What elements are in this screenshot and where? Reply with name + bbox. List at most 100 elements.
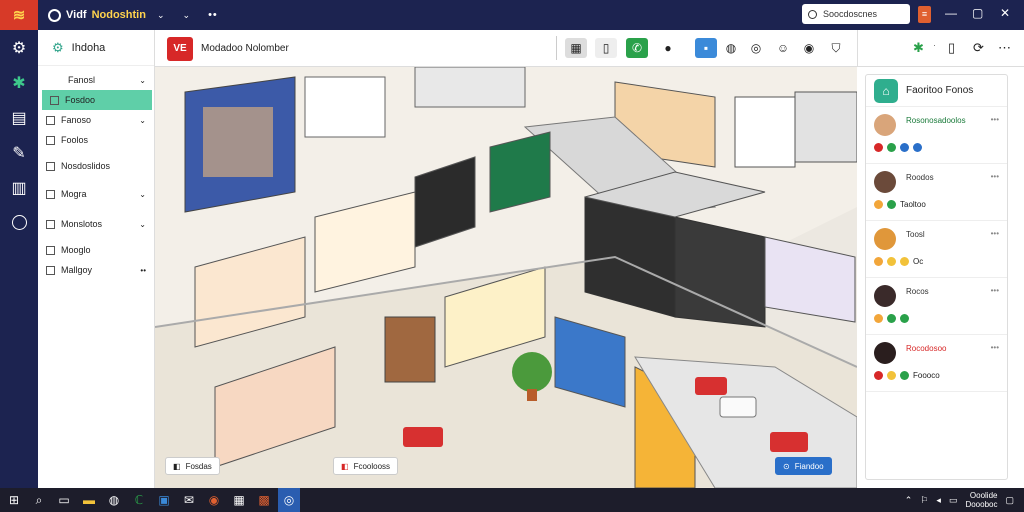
sidebar-item-label: Fanoso (61, 115, 92, 125)
sidebar-item-label: Mooglo (61, 245, 91, 255)
refresh-icon[interactable]: ⟳ (973, 40, 984, 56)
sidebar-item[interactable]: Mogra ⌄ (38, 184, 154, 204)
grid-icon[interactable]: ▦ (228, 488, 250, 512)
status-icon (887, 371, 896, 380)
app-logo-icon[interactable]: ≋ (0, 0, 38, 30)
title-bar: ≋ Vidf Nodoshtin ⌄ ⌄ •• Soocdoscnes ≡ — … (0, 0, 1024, 30)
app-icon[interactable]: ℂ (128, 488, 150, 512)
status-icon (874, 200, 883, 209)
status-icon (887, 314, 896, 323)
task-view-icon[interactable]: ▭ (53, 488, 75, 512)
status-icon (874, 143, 883, 152)
sidebar-item[interactable]: Mallgoy •• (38, 260, 154, 280)
sidebar-item-label: Nosdoslidos (61, 161, 111, 171)
book-icon[interactable]: ▤ (10, 110, 28, 128)
chevron-down-icon[interactable]: ⌄ (183, 10, 191, 21)
contact-card[interactable]: Rocodosoo ••• Foooco (866, 335, 1007, 392)
small-dot-icon: · (933, 40, 936, 50)
app-subtitle: Nodoshtin (91, 9, 146, 21)
sidebar-item[interactable]: Mooglo (38, 240, 154, 260)
game-icon[interactable]: ▩ (253, 488, 275, 512)
status-row: Taoltoo (874, 200, 926, 209)
folder-icon[interactable]: ▬ (78, 488, 100, 512)
chat-icon[interactable]: ✆ (626, 38, 648, 58)
puzzle-icon[interactable]: ✱ (10, 75, 28, 93)
status-text: Taoltoo (900, 200, 926, 209)
more-icon[interactable]: ••• (991, 172, 999, 181)
contact-card[interactable]: Roodos ••• Taoltoo (866, 164, 1007, 221)
mall-scene-canvas[interactable]: ◧ Fosdas ◧ Fcoolooss ⊙ Fiandoo (155, 67, 857, 488)
mail-icon[interactable]: ✉ (178, 488, 200, 512)
circle-icon[interactable] (11, 215, 27, 230)
globe-icon[interactable]: ◍ (720, 38, 742, 58)
network-icon[interactable]: ⚐ (920, 495, 928, 506)
scene-label-card[interactable]: ◧ Fcoolooss (333, 457, 399, 475)
more-icon[interactable]: ⋯ (998, 40, 1011, 56)
battery-icon[interactable]: ▭ (949, 495, 958, 506)
sidebar-item[interactable]: Fanoso ⌄ (38, 110, 154, 130)
window-icon[interactable]: ▣ (153, 488, 175, 512)
sidebar-header: ⚙ Ihdoha (38, 30, 154, 66)
main-toolbar: VE Modadoo Nolomber ▦ ▯ ✆ ● ▪ ◍ ◎ ☺ ◉ ⛉ (155, 30, 857, 67)
contacts-panel: ⌂ Faoritoo Fonos Rosonosadoolos ••• Rood… (865, 74, 1008, 480)
divider (556, 36, 557, 60)
layers-icon[interactable]: ▦ (565, 38, 587, 58)
contact-card[interactable]: Toosl ••• Oc (866, 221, 1007, 278)
status-icon (887, 200, 896, 209)
more-icon[interactable]: ••• (991, 343, 999, 352)
clipboard-icon[interactable]: ▯ (948, 40, 955, 56)
clock[interactable]: Ooolide Doooboc (965, 491, 997, 509)
maximize-icon[interactable]: ▢ (972, 6, 983, 20)
close-icon[interactable]: ✕ (1000, 6, 1010, 20)
brand-logo[interactable]: VE (167, 37, 193, 61)
notification-icon[interactable]: ≡ (918, 6, 931, 23)
contact-card[interactable]: Rosonosadoolos ••• (866, 107, 1007, 164)
sidebar-item[interactable]: Fanosl ⌄ (38, 70, 154, 90)
gear-icon[interactable]: ⚙ (10, 40, 28, 58)
tag-icon: ◧ (341, 461, 349, 471)
taskbar: ⊞ ⌕ ▭ ▬ ◍ ℂ ▣ ✉ ◉ ▦ ▩ ◎ ⌃ ⚐ ◂ ▭ Ooolide … (0, 488, 1024, 512)
volume-icon[interactable]: ◂ (936, 495, 941, 506)
more-icon[interactable]: •• (208, 9, 218, 21)
contact-card[interactable]: Rocos ••• (866, 278, 1007, 335)
status-icon (913, 143, 922, 152)
record-icon[interactable]: ◉ (798, 38, 820, 58)
chevron-up-icon[interactable]: ⌃ (905, 495, 913, 506)
more-icon[interactable]: ••• (991, 286, 999, 295)
chevron-down-icon: ⌄ (139, 219, 146, 229)
chevron-down-icon: ⌄ (156, 9, 165, 20)
puzzle-icon[interactable]: ✱ (913, 40, 924, 56)
app-switcher[interactable]: Vidf Nodoshtin ⌄ (48, 8, 165, 22)
smiley-icon[interactable]: ☺ (772, 38, 794, 58)
browser-icon[interactable]: ◍ (103, 488, 125, 512)
media-icon[interactable]: ◉ (203, 488, 225, 512)
scene-label-text: Fosdas (185, 461, 212, 471)
contact-name: Rocodosoo (906, 344, 947, 353)
scene-label-card[interactable]: ◧ Fosdas (165, 457, 220, 475)
minimize-icon[interactable]: — (945, 6, 957, 20)
sidebar-item[interactable]: Monslotos ⌄ (38, 214, 154, 234)
more-icon[interactable]: ••• (991, 229, 999, 238)
search-icon (808, 9, 817, 19)
document-icon[interactable]: ▯ (595, 38, 617, 58)
notification-icon[interactable]: ▢ (1005, 495, 1014, 506)
sidebar-item-label: Monslotos (61, 219, 103, 229)
sidebar-item-active[interactable]: Fosdoo (42, 90, 152, 110)
nav-rail: ⚙ ✱ ▤ ✎ ▥ (0, 30, 38, 488)
app-circle-icon (48, 8, 61, 22)
active-app-icon[interactable]: ◎ (278, 488, 300, 512)
search-input[interactable]: Soocdoscnes (802, 4, 910, 24)
search-icon[interactable]: ⌕ (28, 488, 50, 512)
window-icon[interactable]: ▪ (695, 38, 717, 58)
map-icon[interactable]: ▥ (10, 180, 28, 198)
status-icon (900, 314, 909, 323)
scene-action-button[interactable]: ⊙ Fiandoo (775, 457, 832, 475)
sidebar-item[interactable]: Foolos (38, 130, 154, 150)
start-icon[interactable]: ⊞ (3, 488, 25, 512)
bomb-icon[interactable]: ● (657, 38, 679, 58)
pen-icon[interactable]: ✎ (10, 145, 28, 163)
shield-icon[interactable]: ⛉ (825, 38, 847, 58)
sidebar-item[interactable]: Nosdoslidos (38, 156, 154, 176)
more-icon[interactable]: ••• (991, 115, 999, 124)
target-icon[interactable]: ◎ (745, 38, 767, 58)
